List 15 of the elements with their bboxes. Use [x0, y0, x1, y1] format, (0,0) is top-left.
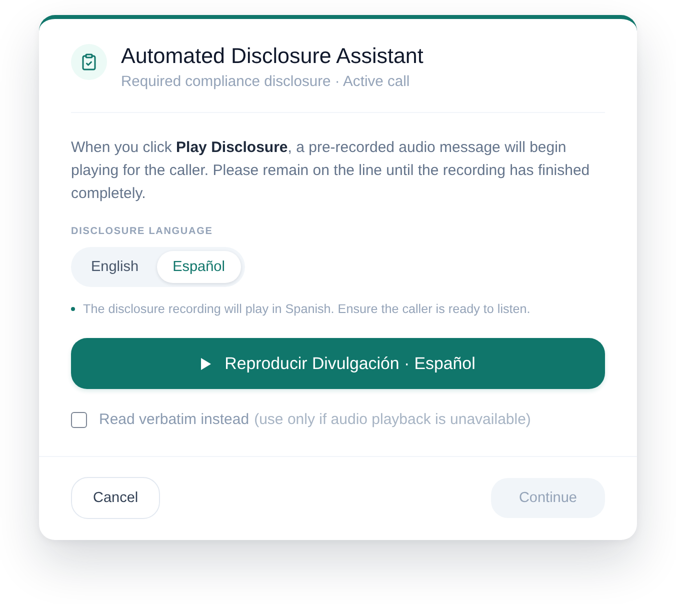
language-option[interactable]: Español: [156, 251, 241, 283]
dialog-subtitle: Required compliance disclosure · Active call: [121, 73, 411, 92]
hint-text: (use only if audio playback is unavailable): [254, 411, 531, 429]
checkbox-label[interactable]: Read verbatim instead: [99, 411, 250, 429]
cancel-button[interactable]: Cancel: [71, 477, 160, 519]
bullet-dot-icon: [71, 307, 75, 311]
section-label: DISCLOSURE LANGUAGE: [71, 225, 214, 239]
clipboard-check-icon: [71, 44, 107, 80]
dialog-title: Automated Disclosure Assistant: [121, 43, 424, 69]
play-disclosure-button[interactable]: Reproducir Divulgación · Español: [71, 338, 605, 389]
instruction-text: When you click Play Disclosure, a pre-recorded audio message will begin playing for the caller. Please remain on the line until the recording has finished completely.: [71, 138, 591, 204]
language-option[interactable]: English: [75, 251, 155, 283]
play-icon: [200, 358, 211, 370]
language-note: The disclosure recording will play in Spanish. Ensure the caller is ready to listen.: [83, 301, 530, 317]
verbatim-checkbox[interactable]: [71, 412, 87, 428]
